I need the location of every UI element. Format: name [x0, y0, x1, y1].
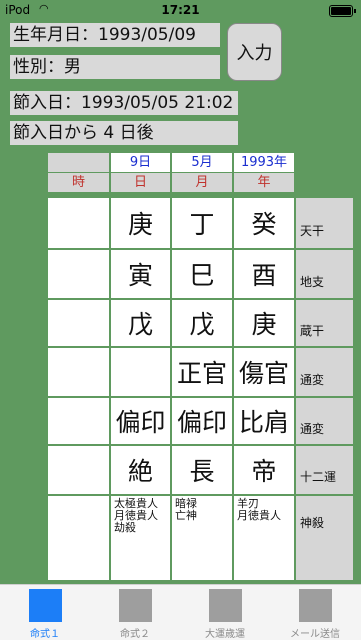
cell-time-tenkan — [48, 198, 109, 248]
cell-day-tsuhen1 — [111, 348, 170, 396]
tab-meishiki2[interactable]: 命式２ — [90, 589, 180, 640]
cell-year-juniun: 帝 — [234, 446, 294, 494]
shinsatsu-year-item: 月徳貴人 — [237, 509, 281, 522]
shinsatsu-day: 太極貴人 月徳貴人 劫殺 — [111, 496, 170, 580]
cell-month-tsuhen2: 偏印 — [172, 398, 232, 444]
header-month: 月 — [172, 173, 232, 192]
gender-field: 性別：男 — [10, 55, 220, 79]
cell-day-chishi: 寅 — [111, 250, 170, 298]
cell-time-tsuhen1 — [48, 348, 109, 396]
shinsatsu-month: 暗禄 亡神 — [172, 496, 232, 580]
tab-meishiki1[interactable]: 命式１ — [0, 589, 90, 640]
cell-time-zoukan — [48, 300, 109, 346]
tab-label: 命式１ — [30, 629, 60, 640]
cell-month-juniun: 長 — [172, 446, 232, 494]
meishiki1-icon — [28, 589, 62, 622]
shinsatsu-month-item: 亡神 — [175, 509, 197, 522]
cell-year-zoukan: 庚 — [234, 300, 294, 346]
header-day: 日 — [111, 173, 170, 192]
row-label-tenkan: 天干 — [296, 198, 353, 248]
clock: 17:21 — [161, 3, 200, 17]
header-day-value: 9日 — [111, 153, 170, 172]
cell-month-chishi: 巳 — [172, 250, 232, 298]
cell-month-tsuhen1: 正官 — [172, 348, 232, 396]
cell-day-tenkan: 庚 — [111, 198, 170, 248]
header-blank — [48, 153, 109, 172]
mail-icon — [298, 589, 332, 622]
tab-mail[interactable]: メール送信 — [270, 589, 360, 640]
row-label-tsuhen2: 通変 — [296, 398, 353, 444]
header-year: 年 — [234, 173, 294, 192]
shinsatsu-day-item: 劫殺 — [114, 521, 136, 534]
header-month-value: 5月 — [172, 153, 232, 172]
cell-time-juniun — [48, 446, 109, 494]
cell-time-chishi — [48, 250, 109, 298]
tab-label: 命式２ — [120, 629, 150, 640]
meishiki2-icon — [118, 589, 152, 622]
cell-year-tsuhen2: 比肩 — [234, 398, 294, 444]
days-after-field: 節入日から 4 日後 — [10, 121, 238, 145]
input-button[interactable]: 入力 — [227, 23, 282, 81]
setsuiri-field: 節入日：1993/05/05 21:02 — [10, 91, 238, 115]
tab-label: 大運歳運 — [205, 629, 245, 640]
shinsatsu-time — [48, 496, 109, 580]
cell-day-juniun: 絶 — [111, 446, 170, 494]
row-label-zoukan: 蔵干 — [296, 300, 353, 346]
row-label-shinsatsu: 神殺 — [296, 496, 353, 580]
row-label-tsuhen1: 通変 — [296, 348, 353, 396]
cell-month-tenkan: 丁 — [172, 198, 232, 248]
daiun-icon — [208, 589, 242, 622]
battery-icon — [329, 5, 356, 17]
tab-bar: 命式１ 命式２ 大運歳運 メール送信 — [0, 584, 361, 640]
cell-year-chishi: 酉 — [234, 250, 294, 298]
header-year-value: 1993年 — [234, 153, 294, 172]
row-label-juniun: 十二運 — [296, 446, 353, 494]
cell-year-tsuhen1: 傷官 — [234, 348, 294, 396]
cell-day-tsuhen2: 偏印 — [111, 398, 170, 444]
birthdate-field: 生年月日：1993/05/09 — [10, 23, 220, 47]
header-time: 時 — [48, 173, 109, 192]
row-label-chishi: 地支 — [296, 250, 353, 298]
status-bar: iPod ◠ 17:21 — [0, 0, 361, 20]
cell-month-zoukan: 戊 — [172, 300, 232, 346]
tab-daiun-saiun[interactable]: 大運歳運 — [180, 589, 270, 640]
tab-label: メール送信 — [290, 629, 340, 640]
cell-day-zoukan: 戊 — [111, 300, 170, 346]
shinsatsu-year: 羊刃 月徳貴人 — [234, 496, 294, 580]
cell-year-tenkan: 癸 — [234, 198, 294, 248]
cell-time-tsuhen2 — [48, 398, 109, 444]
